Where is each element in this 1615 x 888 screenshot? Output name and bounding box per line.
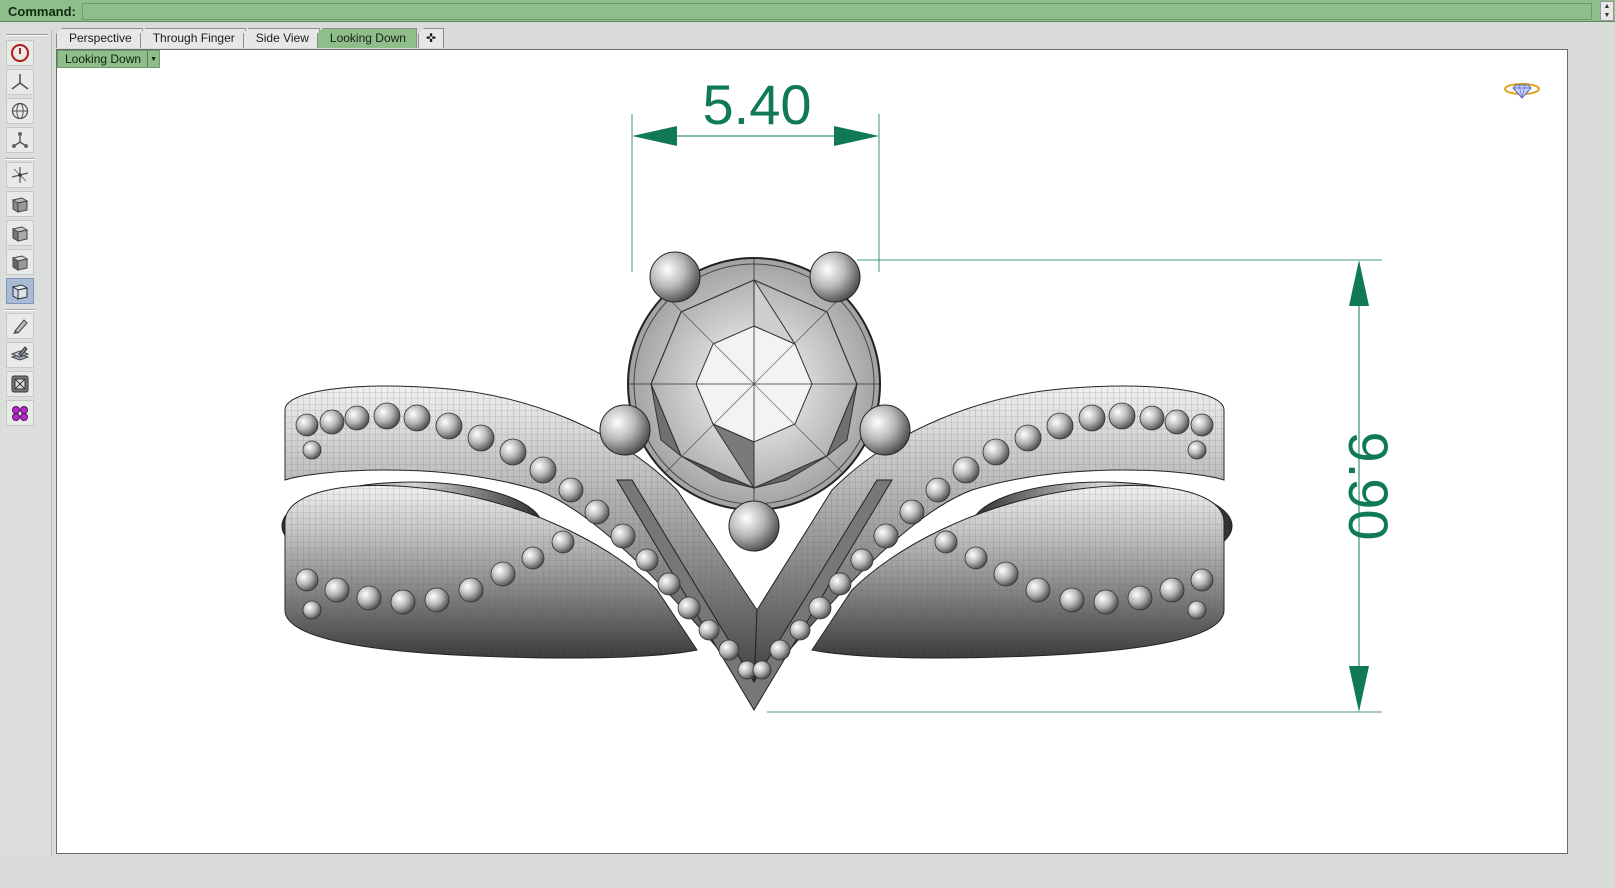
move-axes-button[interactable] [6,162,34,188]
tab-through-finger[interactable]: Through Finger [139,28,246,48]
status-strip [0,856,1615,888]
toolbar-grip[interactable] [6,34,48,36]
left-toolbar [2,30,52,882]
move-axes-icon [11,167,29,183]
scroll-up-icon[interactable]: ▲ [1601,2,1613,11]
nodes-button[interactable] [6,127,34,153]
layers-edit-icon [10,346,30,361]
dimension-width[interactable] [631,114,880,272]
toolbar-separator [5,309,35,311]
cube-shaded-icon [11,226,29,242]
zoom-extents-button[interactable] [6,371,34,397]
add-tab-button[interactable]: ✜ [417,28,444,48]
cube-ghosted-icon [11,284,29,300]
command-input[interactable] [82,3,1592,20]
cube-rendered-button[interactable] [6,249,34,275]
power-button[interactable] [6,40,34,66]
globe-button[interactable] [6,98,34,124]
toolbar-separator [5,158,35,160]
command-scrollbar[interactable]: ▲ ▼ [1600,1,1614,21]
tab-perspective[interactable]: Perspective [56,28,143,48]
layers-edit-button[interactable] [6,342,34,368]
cube-wireframe-button[interactable] [6,191,34,217]
tab-side-view[interactable]: Side View [242,28,320,48]
cube-rendered-icon [11,255,29,271]
pen-icon [13,319,28,334]
tab-looking-down[interactable]: Looking Down [316,28,417,48]
cube-shaded-button[interactable] [6,220,34,246]
zoom-extents-icon [11,375,29,393]
dimension-width-label: 5.40 [703,73,812,136]
power-icon [11,44,29,62]
dimension-height-label: 9.90 [1337,432,1400,541]
viewport-tabs: Perspective Through Finger Side View Loo… [56,28,444,49]
command-label: Command: [8,4,76,19]
axes-icon [11,74,29,90]
globe-icon [11,102,29,120]
cube-ghosted-button[interactable] [6,278,34,304]
gear-cluster-icon [12,406,28,421]
cube-wireframe-icon [11,197,29,213]
ring-model[interactable]: 5.40 9.90 [57,50,1567,853]
nodes-icon [12,132,28,148]
viewport[interactable]: Looking Down ▼ 5.40 9.90 [56,49,1568,854]
pen-button[interactable] [6,313,34,339]
gear-cluster-button[interactable] [6,400,34,426]
command-bar: Command: ▲ ▼ [0,0,1615,22]
axes-button[interactable] [6,69,34,95]
scroll-down-icon[interactable]: ▼ [1601,11,1613,20]
